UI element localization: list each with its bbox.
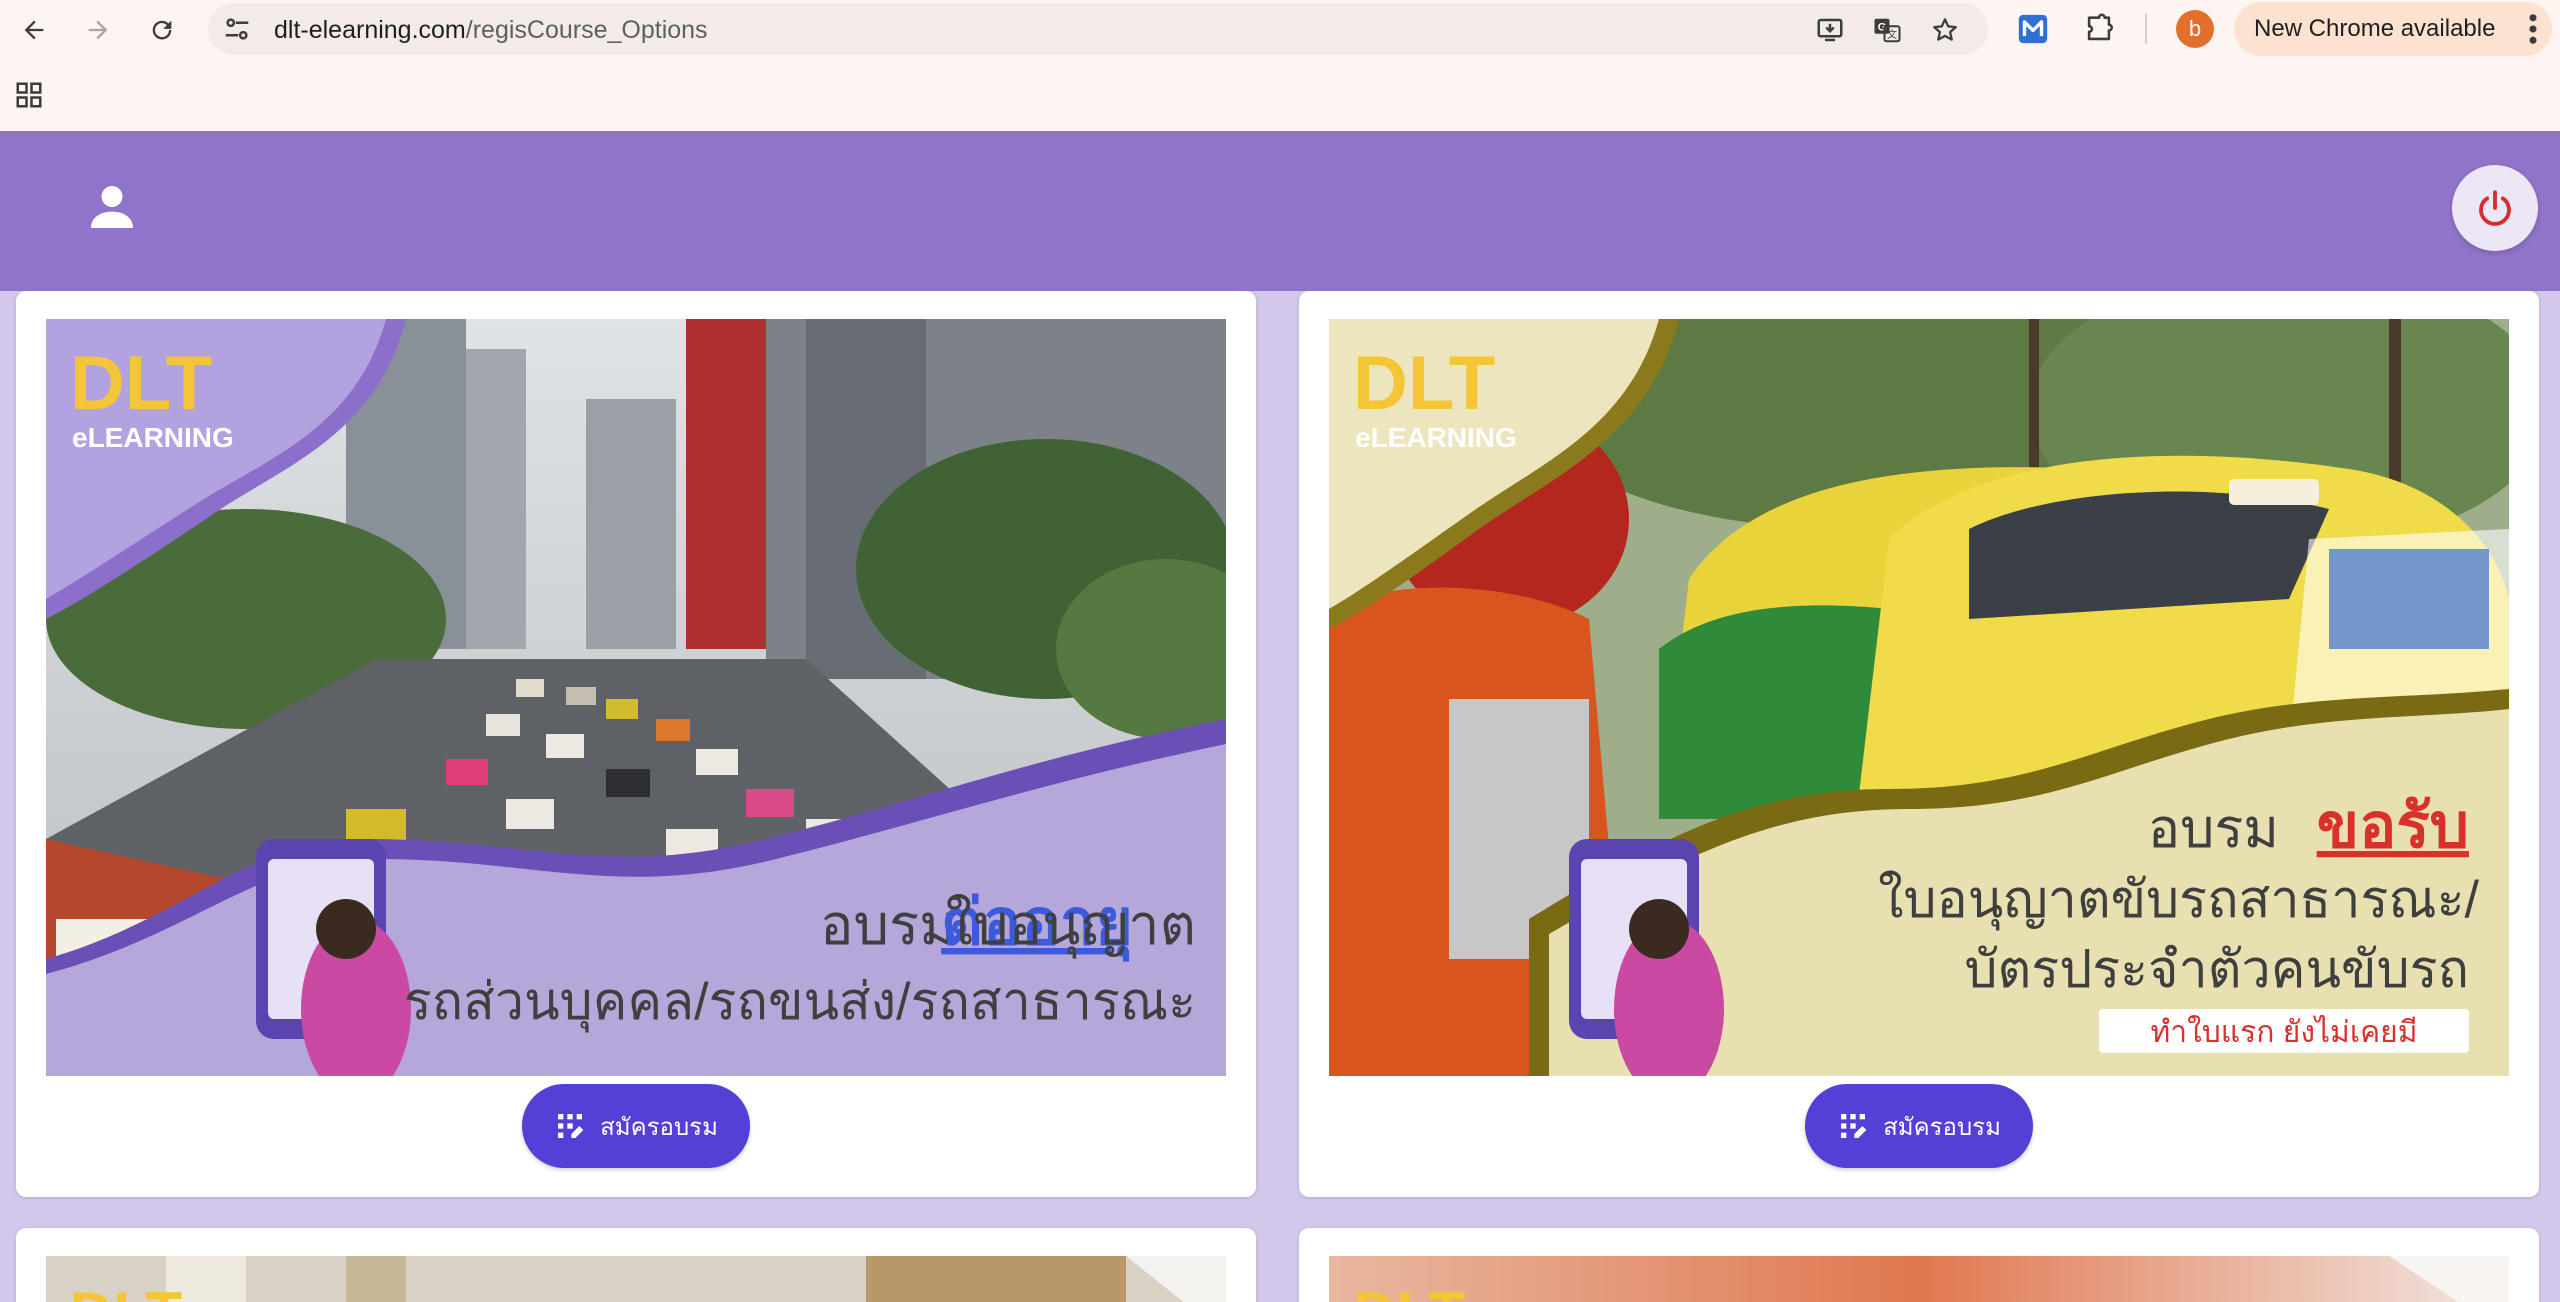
course-list: DLT eLEARNING อบรม ต่ออายุ ใบอนุญาต รถส่… (0, 291, 2560, 1302)
app-registration-icon (1841, 1114, 1867, 1138)
banner-logo-sub: eLEARNING (1355, 422, 1517, 453)
site-settings-icon[interactable] (222, 14, 252, 44)
browser-toolbar: dlt-elearning.com/regisCourse_Options G … (0, 0, 2560, 58)
more-menu-icon[interactable] (2528, 13, 2538, 45)
svg-text:文: 文 (1887, 28, 1897, 41)
extension-m-icon[interactable] (2016, 12, 2050, 46)
translate-icon[interactable]: G 文 (1872, 15, 1902, 45)
banner-line1-prefix: อบรม (2148, 799, 2279, 859)
course-banner-renewal[interactable]: DLT eLEARNING อบรม ต่ออายุ ใบอนุญาต รถส่… (46, 319, 1226, 1076)
banner-line2: รถส่วนบุคคล/รถขนส่ง/รถสาธารณะ (404, 973, 1196, 1033)
banner-line1-suffix: ใบอนุญาต (946, 893, 1196, 959)
install-app-icon[interactable] (1815, 15, 1845, 45)
banner-logo-sub: eLEARNING (72, 422, 234, 453)
taxi-banner: DLT eLEARNING อบรม ขอรับ ใบอนุญาตขับรถสา… (1329, 319, 2509, 1076)
power-icon (2479, 190, 2511, 226)
update-label: New Chrome available (2254, 15, 2496, 42)
bookmark-star-icon[interactable] (1930, 15, 1960, 45)
reload-button[interactable] (140, 8, 184, 52)
banner-logo-dlt: DLT (70, 341, 212, 426)
banner-line3: บัตรประจำตัวคนขับรถ (1964, 941, 2469, 999)
logout-button[interactable] (2452, 165, 2538, 251)
course-card-4: DLT (1299, 1228, 2539, 1302)
address-bar[interactable]: dlt-elearning.com/regisCourse_Options G … (208, 3, 1988, 55)
city-traffic-banner: DLT eLEARNING อบรม ต่ออายุ ใบอนุญาต รถส่… (46, 319, 1226, 1076)
app-header (0, 131, 2560, 291)
forward-icon (88, 20, 108, 40)
banner-logo-dlt: DLT (1353, 1280, 1465, 1302)
blurred-banner: DLT (1329, 1256, 2509, 1302)
apps-grid-icon[interactable] (14, 80, 44, 110)
enroll-button[interactable]: สมัครอบรม (522, 1084, 750, 1168)
enroll-button-label: สมัครอบรม (600, 1113, 718, 1141)
chrome-update-button[interactable]: New Chrome available (2234, 2, 2552, 56)
back-icon (24, 20, 44, 40)
enroll-button-label: สมัครอบรม (1883, 1113, 2001, 1141)
banner-tag: ทำใบแรก ยังไม่เคยมี (2150, 1014, 2417, 1049)
person-icon[interactable] (84, 179, 140, 235)
back-button[interactable] (12, 8, 56, 52)
banner-logo-dlt: DLT (70, 1280, 182, 1302)
banner-line2: ใบอนุญาตขับรถสาธารณะ/ (1878, 870, 2479, 931)
course-banner-4[interactable]: DLT (1329, 1256, 2509, 1302)
course-banner-3[interactable]: DLT (46, 1256, 1226, 1302)
course-card-3: DLT (16, 1228, 1256, 1302)
course-card-new-license: DLT eLEARNING อบรม ขอรับ ใบอนุญาตขับรถสา… (1299, 291, 2539, 1197)
enroll-button[interactable]: สมัครอบรม (1805, 1084, 2033, 1168)
url-text[interactable]: dlt-elearning.com/regisCourse_Options (274, 16, 708, 45)
extensions-puzzle-icon[interactable] (2082, 12, 2116, 46)
url-path: /regisCourse_Options (465, 16, 708, 44)
toolbar-separator (2145, 14, 2147, 44)
bookmarks-bar (0, 58, 2560, 131)
url-domain: dlt-elearning.com (274, 16, 466, 44)
banner-line1-prefix: อบรม (820, 893, 956, 956)
app-registration-icon (558, 1114, 584, 1138)
course-banner-new-license[interactable]: DLT eLEARNING อบรม ขอรับ ใบอนุญาตขับรถสา… (1329, 319, 2509, 1076)
banner-line1-highlight: ขอรับ (2317, 792, 2469, 861)
profile-avatar[interactable]: b (2176, 10, 2214, 48)
course-card-renewal: DLT eLEARNING อบรม ต่ออายุ ใบอนุญาต รถส่… (16, 291, 1256, 1197)
reload-icon (152, 20, 172, 40)
forward-button[interactable] (76, 8, 120, 52)
profile-initial: b (2188, 16, 2202, 41)
banner-logo-dlt: DLT (1353, 341, 1495, 426)
warehouse-banner: DLT (46, 1256, 1226, 1302)
